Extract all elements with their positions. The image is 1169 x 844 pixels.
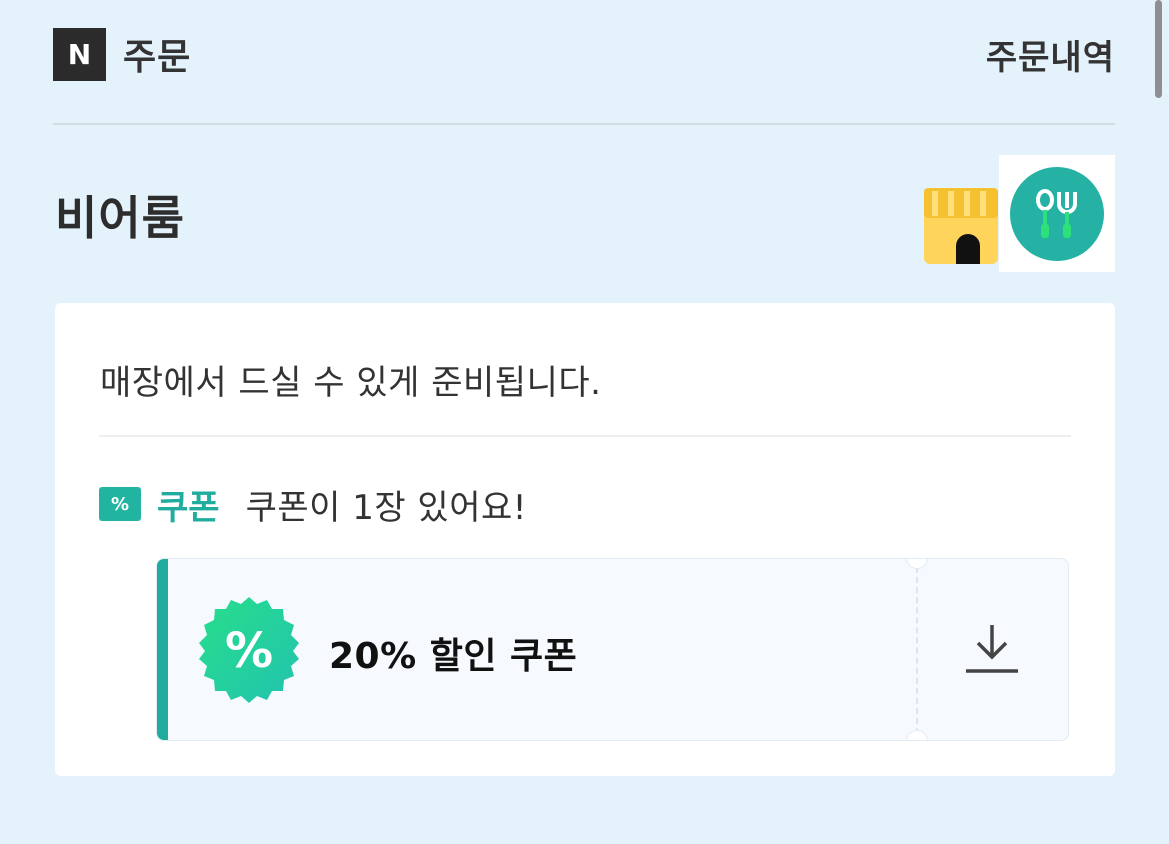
coupon-ticket[interactable]: % 20% 할인 쿠폰 (156, 558, 1069, 741)
shop-icon (924, 188, 998, 264)
percent-badge-icon: % (199, 597, 299, 703)
order-history-link[interactable]: 주문내역 (986, 30, 1115, 79)
dine-in-notice: 매장에서 드실 수 있게 준비됩니다. (100, 363, 602, 403)
coupon-summary: % 쿠폰 쿠폰이 1장 있어요! (99, 483, 527, 528)
card-divider (99, 435, 1071, 437)
download-coupon-button[interactable] (957, 619, 1027, 679)
ticket-notch-top (906, 559, 928, 569)
dine-in-icon (1010, 166, 1104, 261)
store-icons (922, 155, 1115, 272)
coupon-count-text: 쿠폰이 1장 있어요! (245, 487, 527, 528)
page-title: 주문 (123, 37, 192, 78)
ticket-separator (916, 567, 918, 734)
dine-in-badge (999, 155, 1115, 272)
coupon-label: 쿠폰 (157, 487, 220, 528)
store-name: 비어룸 (55, 191, 185, 245)
download-icon (966, 625, 1018, 673)
header-divider (53, 123, 1115, 125)
coupon-tag-icon: % (99, 487, 141, 521)
naver-logo: N (53, 27, 106, 81)
ticket-notch-bottom (906, 730, 928, 740)
badge-symbol: % (225, 623, 273, 679)
ticket-accent-bar (157, 559, 168, 740)
coupon-title: 20% 할인 쿠폰 (329, 636, 578, 677)
order-page: N 주문 주문내역 비어룸 매장에서 드실 수 있게 준비됩니다. % 쿠폰 쿠… (0, 0, 1169, 844)
brand: N 주문 (53, 27, 192, 81)
header: N 주문 주문내역 (53, 24, 1115, 84)
order-card: 매장에서 드실 수 있게 준비됩니다. % 쿠폰 쿠폰이 1장 있어요! % 2… (55, 303, 1115, 776)
scrollbar[interactable] (1155, 0, 1162, 98)
